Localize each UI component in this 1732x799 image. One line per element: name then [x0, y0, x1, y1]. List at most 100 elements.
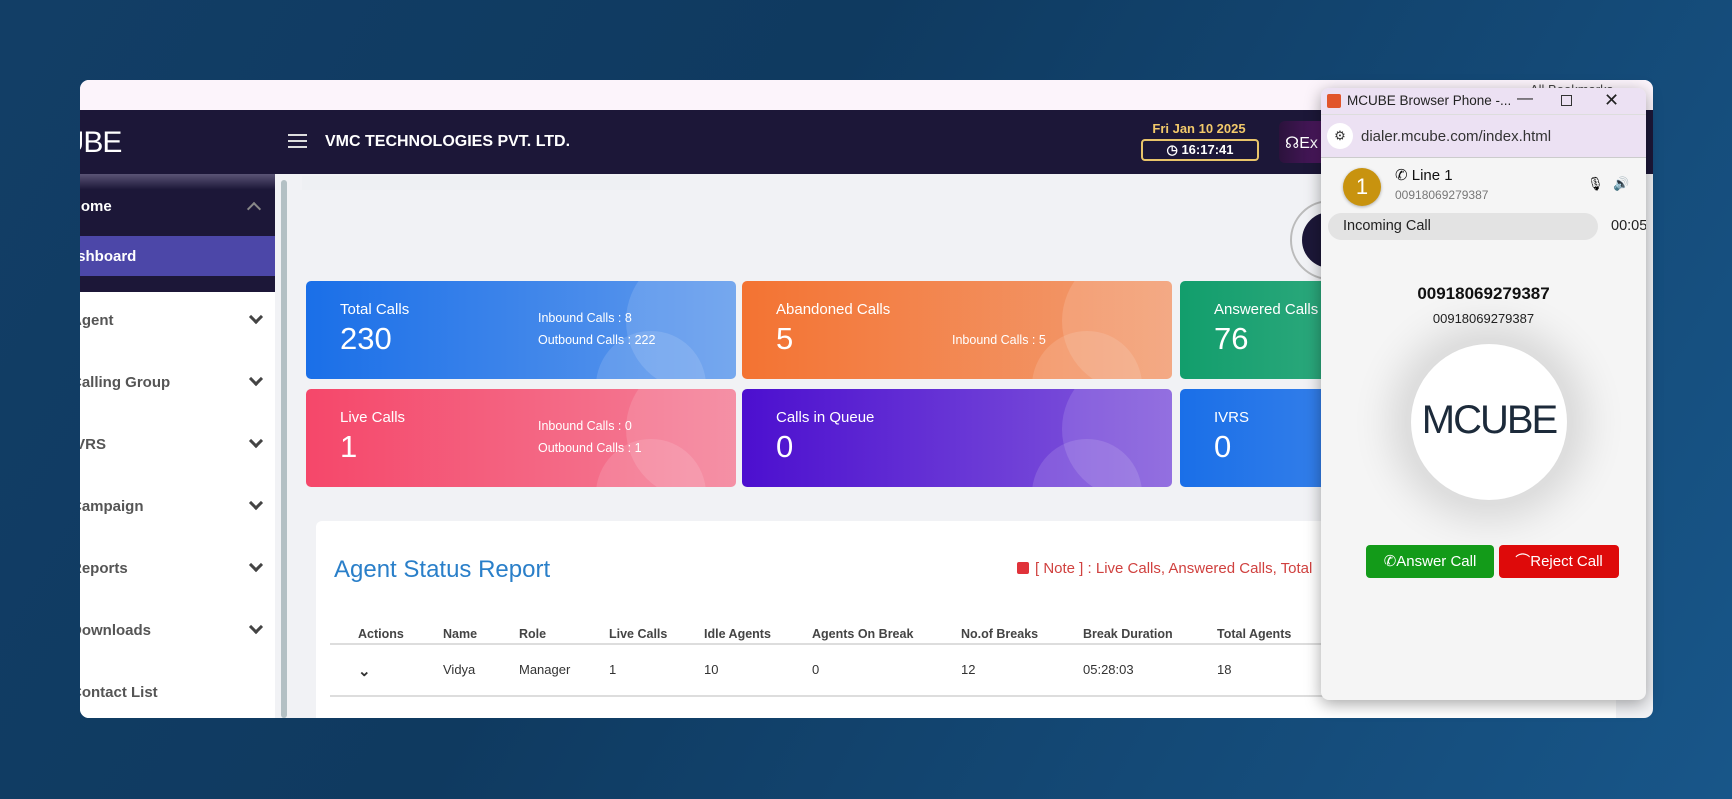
sidebar-item-downloads[interactable]: Downloads — [80, 602, 275, 664]
sidebar-item-label: Agent — [80, 312, 114, 329]
url-bar[interactable]: ⚙ dialer.mcube.com/index.html — [1321, 114, 1646, 158]
column-header[interactable]: No.of Breaks — [961, 627, 1038, 641]
sidebar-item-reports[interactable]: Reports — [80, 540, 275, 602]
table-cell: 10 — [704, 662, 719, 677]
site-settings-icon[interactable]: ⚙ — [1327, 123, 1353, 149]
report-title: Agent Status Report — [334, 556, 551, 583]
mcube-logo: MCUBE — [1421, 398, 1558, 442]
sidebar-scrollbar[interactable] — [281, 180, 287, 718]
call-status: Incoming Call — [1328, 213, 1598, 240]
sidebar-item-agent[interactable]: Agent — [80, 292, 275, 354]
current-time: ◷ 16:17:41 — [1141, 139, 1259, 161]
extension-label: Ex — [1299, 135, 1318, 152]
sidebar-item-label: Reports — [80, 560, 128, 577]
sidebar: Home Dashboard Agent Calling Group IVRS Cam… — [80, 174, 275, 718]
note-text: [ Note ] : Live Calls, Answered Calls, T… — [1035, 560, 1313, 577]
report-note: [ Note ] : Live Calls, Answered Calls, T… — [1017, 560, 1312, 577]
company-name: VMC TECHNOLOGIES PVT. LTD. — [325, 133, 571, 150]
hangup-icon: ⌒ — [1515, 553, 1531, 570]
sidebar-item-ivrs[interactable]: IVRS — [80, 416, 275, 478]
stat-card-live-calls[interactable]: Live Calls 1 Inbound Calls : 0 Outbound Cal… — [306, 389, 736, 487]
column-header[interactable]: Actions — [358, 627, 404, 641]
chevron-down-icon — [248, 309, 264, 325]
sidebar-dashboard-label: Dashboard — [80, 248, 137, 265]
line-badge: 1 — [1343, 168, 1381, 206]
headset-icon: ☊ — [1285, 135, 1300, 152]
card-label: Calls in Queue — [776, 409, 875, 426]
card-sub: Inbound Calls : 8 — [538, 311, 632, 325]
line-label: ✆ Line 1 — [1395, 166, 1453, 184]
url-text: dialer.mcube.com/index.html — [1361, 128, 1552, 145]
caller-number: 00918069279387 — [1417, 284, 1550, 303]
sidebar-item-campaign[interactable]: Campaign — [80, 478, 275, 540]
caller-sub: 00918069279387 — [1432, 311, 1535, 326]
sidebar-item-label: Campaign — [80, 498, 144, 515]
browser-phone-window: MCUBE Browser Phone -... — ✕ ⚙ dialer.mc… — [1321, 88, 1646, 700]
column-header[interactable]: Role — [519, 627, 546, 641]
sidebar-item-home[interactable]: Home — [80, 174, 275, 236]
phone-icon: ✆ — [1383, 553, 1397, 570]
call-timer: 00:05 — [1611, 218, 1646, 234]
column-header[interactable]: Agents On Break — [812, 627, 913, 641]
sidebar-item-label: Calling Group — [80, 374, 171, 391]
current-date: Fri Jan 10 2025 — [1152, 121, 1246, 136]
table-cell: 05:28:03 — [1083, 662, 1134, 677]
sidebar-item-contact-list[interactable]: Contact List — [80, 664, 275, 718]
sidebar-item-label: Contact List — [80, 684, 158, 701]
table-cell: 12 — [961, 662, 976, 677]
table-cell: 18 — [1217, 662, 1232, 677]
hamburger-menu-icon[interactable] — [288, 134, 307, 148]
reject-call-button[interactable]: ⌒Reject Call — [1499, 545, 1619, 578]
sidebar-home-label: Home — [80, 198, 112, 215]
sidebar-item-dashboard[interactable]: Dashboard — [80, 236, 275, 276]
chevron-down-icon — [248, 557, 264, 573]
card-label: Total Calls — [340, 301, 410, 318]
note-icon — [1017, 562, 1029, 574]
card-sub: Inbound Calls : 5 — [952, 333, 1046, 347]
caller-avatar: MCUBE — [1411, 344, 1567, 500]
stat-card-calls-in-queue[interactable]: Calls in Queue 0 — [742, 389, 1172, 487]
column-header[interactable]: Break Duration — [1083, 627, 1173, 641]
card-sub: Outbound Calls : 1 — [538, 441, 642, 455]
microphone-icon[interactable]: 🎙 — [1587, 176, 1604, 192]
speaker-icon[interactable]: 🔊 — [1613, 176, 1629, 192]
answer-call-button[interactable]: ✆Answer Call — [1366, 545, 1494, 578]
expand-row-button[interactable]: ⌄ — [358, 662, 371, 680]
table-cell: Vidya — [443, 662, 476, 677]
line-caller: 00918069279387 — [1395, 188, 1489, 202]
line-label-text: Line 1 — [1411, 167, 1453, 184]
column-header[interactable]: Live Calls — [609, 627, 667, 641]
stat-card-total-calls[interactable]: Total Calls 230 Inbound Calls : 8 Outbound … — [306, 281, 736, 379]
sidebar-divider — [80, 276, 275, 292]
card-sub: Inbound Calls : 0 — [538, 419, 632, 433]
card-value: 0 — [776, 429, 794, 464]
card-label: Live Calls — [340, 409, 406, 426]
sidebar-item-label: Downloads — [80, 622, 152, 639]
card-value: 0 — [1214, 429, 1232, 464]
column-header[interactable]: Idle Agents — [704, 627, 771, 641]
card-value: 76 — [1214, 321, 1249, 356]
stat-card-abandoned-calls[interactable]: Abandoned Calls 5 Inbound Calls : 5 — [742, 281, 1172, 379]
sidebar-item-label: IVRS — [80, 436, 107, 453]
chevron-down-icon — [248, 433, 264, 449]
table-cell: Manager — [519, 662, 571, 677]
card-value: 1 — [340, 429, 358, 464]
time-value: 16:17:41 — [1181, 142, 1234, 157]
close-button[interactable]: ✕ — [1604, 90, 1619, 111]
chevron-up-icon — [246, 201, 262, 217]
maximize-button[interactable] — [1561, 95, 1572, 106]
popup-titlebar: MCUBE Browser Phone -... — ✕ — [1321, 88, 1646, 114]
minimize-button[interactable]: — — [1517, 90, 1533, 108]
logo: MCUBE — [80, 126, 122, 159]
column-header[interactable]: Total Agents — [1217, 627, 1291, 641]
sidebar-item-calling-group[interactable]: Calling Group — [80, 354, 275, 416]
chevron-down-icon — [248, 619, 264, 635]
reject-label: Reject Call — [1530, 553, 1603, 570]
card-value: 230 — [340, 321, 392, 356]
mcube-favicon-icon — [1327, 94, 1341, 108]
window-title: MCUBE Browser Phone -... — [1347, 93, 1512, 108]
card-value: 5 — [776, 321, 794, 356]
column-header[interactable]: Name — [443, 627, 477, 641]
card-label: Answered Calls — [1214, 301, 1319, 318]
card-label: Abandoned Calls — [776, 301, 891, 318]
